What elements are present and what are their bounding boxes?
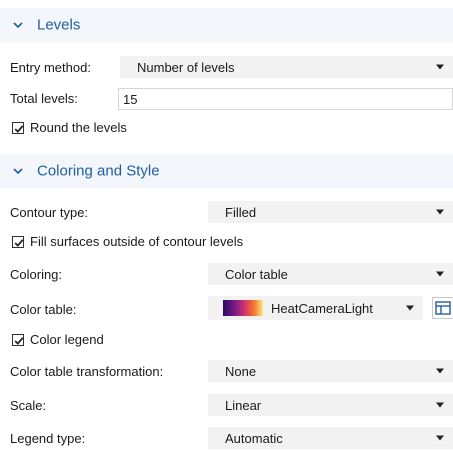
chevron-down-icon [13,168,23,175]
color-table-transformation-label: Color table transformation: [10,364,164,379]
dropdown-arrow-icon [406,305,414,311]
legend-type-select[interactable]: Automatic [208,427,453,449]
color-legend-label: Color legend [30,332,104,347]
fill-surfaces-checkbox[interactable]: Fill surfaces outside of contour levels [12,234,243,249]
color-table-select[interactable]: HeatCameraLight [208,296,423,320]
color-table-label: Color table: [10,302,77,317]
legend-type-value: Automatic [225,430,283,446]
dropdown-arrow-icon [436,209,444,215]
scale-value: Linear [225,397,262,413]
checkbox-box [12,121,24,134]
section-title: Levels [37,16,81,34]
round-levels-checkbox[interactable]: Round the levels [12,120,127,135]
checkbox-box [12,235,24,248]
contour-type-select[interactable]: Filled [208,201,453,223]
dropdown-arrow-icon [436,368,444,374]
entry-method-value: Number of levels [137,59,235,75]
dropdown-arrow-icon [436,402,444,408]
total-levels-input[interactable]: 15 [118,88,453,110]
scale-select[interactable]: Linear [208,394,453,416]
color-table-transformation-select[interactable]: None [208,360,453,382]
section-title: Coloring and Style [37,162,160,180]
entry-method-label: Entry method: [10,60,91,75]
coloring-select[interactable]: Color table [208,263,453,285]
coloring-section-header[interactable]: Coloring and Style [0,154,453,188]
coloring-label: Coloring: [10,267,63,282]
dropdown-arrow-icon [436,64,444,70]
color-table-transformation-value: None [225,363,257,379]
checkmark-icon [14,238,24,247]
checkmark-icon [14,124,24,133]
checkbox-box [12,333,24,346]
color-legend-checkbox[interactable]: Color legend [12,332,104,347]
legend-type-label: Legend type: [10,431,86,446]
table-browse-icon [435,301,451,315]
entry-method-select[interactable]: Number of levels [120,56,453,78]
levels-section-header[interactable]: Levels [0,8,453,42]
total-levels-label: Total levels: [10,91,78,106]
round-levels-label: Round the levels [30,120,127,135]
color-table-value: HeatCameraLight [271,300,373,316]
chevron-down-icon [13,22,23,29]
fill-surfaces-label: Fill surfaces outside of contour levels [30,234,244,249]
dropdown-arrow-icon [436,271,444,277]
checkmark-icon [14,336,24,345]
coloring-value: Color table [225,266,288,282]
color-table-browse-button[interactable] [432,297,453,319]
scale-label: Scale: [10,398,47,413]
color-table-swatch [223,300,263,316]
contour-type-value: Filled [225,204,257,220]
dropdown-arrow-icon [436,435,444,441]
contour-type-label: Contour type: [10,205,89,220]
